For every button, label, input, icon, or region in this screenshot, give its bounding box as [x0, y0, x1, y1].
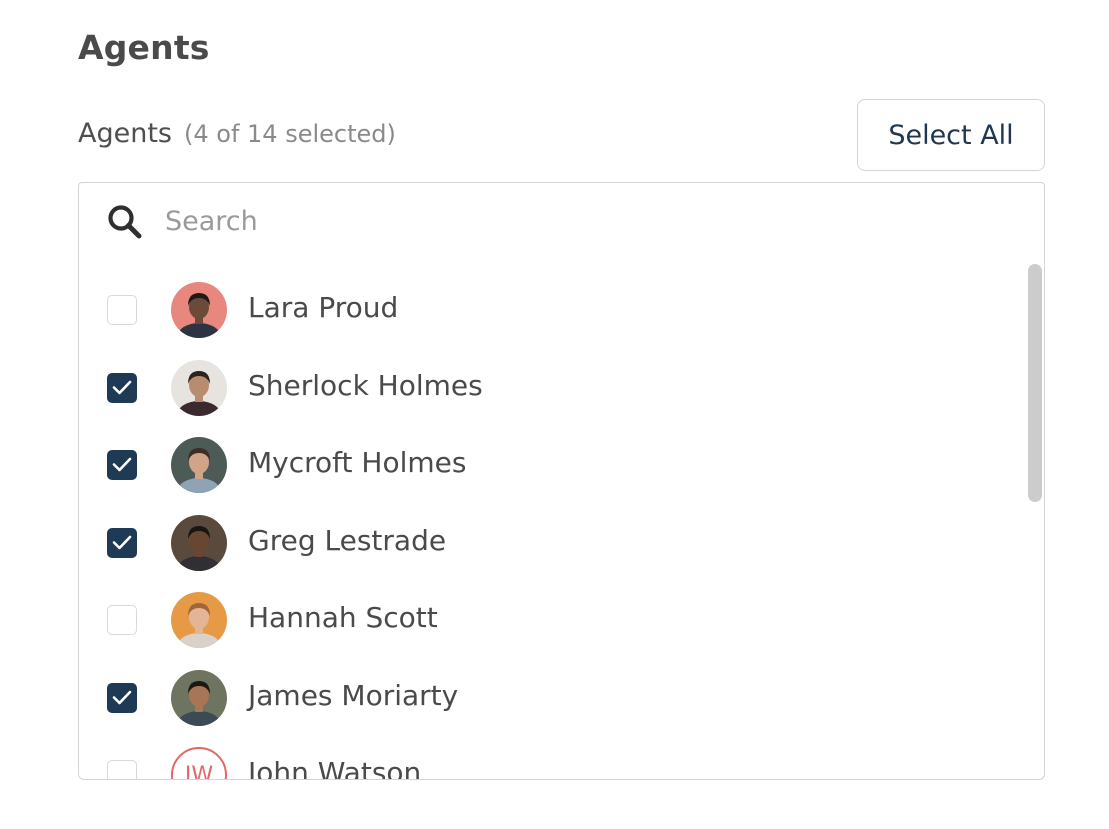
panel-title: Agents [78, 28, 210, 67]
agent-row[interactable]: Mycroft Holmes [79, 426, 1027, 504]
agent-row[interactable]: Greg Lestrade [79, 504, 1027, 582]
avatar-initials: JW [171, 747, 227, 779]
checkbox-checked[interactable] [107, 683, 137, 713]
agent-row[interactable]: James Moriarty [79, 659, 1027, 737]
agent-row[interactable]: Sherlock Holmes [79, 349, 1027, 427]
agent-row[interactable]: Lara Proud [79, 271, 1027, 349]
avatar [171, 437, 227, 493]
avatar [171, 515, 227, 571]
agent-name: Greg Lestrade [248, 524, 447, 557]
checkbox-checked[interactable] [107, 528, 137, 558]
agent-name: Hannah Scott [248, 601, 438, 634]
checkbox[interactable] [107, 605, 137, 635]
checkbox[interactable] [107, 760, 137, 779]
avatar [171, 360, 227, 416]
search-box[interactable] [78, 182, 1045, 260]
checkbox-checked[interactable] [107, 450, 137, 480]
search-icon [106, 203, 144, 241]
select-all-button[interactable]: Select All [857, 99, 1045, 171]
agent-name: John Watson [248, 756, 422, 780]
selected-count: (4 of 14 selected) [184, 120, 396, 148]
agent-name: Sherlock Holmes [248, 369, 483, 402]
agent-name: Lara Proud [248, 291, 399, 324]
search-input[interactable] [165, 197, 1025, 245]
agent-name: Mycroft Holmes [248, 446, 467, 479]
agents-panel: Agents Agents (4 of 14 selected) Select … [0, 0, 1109, 829]
checkbox[interactable] [107, 295, 137, 325]
agent-list[interactable]: Lara Proud Sherlock Holmes Mycroft Holmes G… [78, 259, 1045, 780]
agents-label: Agents [78, 118, 172, 149]
agents-field-label: Agents (4 of 14 selected) [78, 118, 396, 149]
avatar [171, 670, 227, 726]
checkbox-checked[interactable] [107, 373, 137, 403]
agent-row[interactable]: Hannah Scott [79, 581, 1027, 659]
avatar [171, 592, 227, 648]
list-scrollbar-thumb[interactable] [1028, 264, 1042, 502]
agent-row[interactable]: JW John Watson [79, 736, 1027, 780]
agent-name: James Moriarty [248, 679, 459, 712]
avatar [171, 282, 227, 338]
